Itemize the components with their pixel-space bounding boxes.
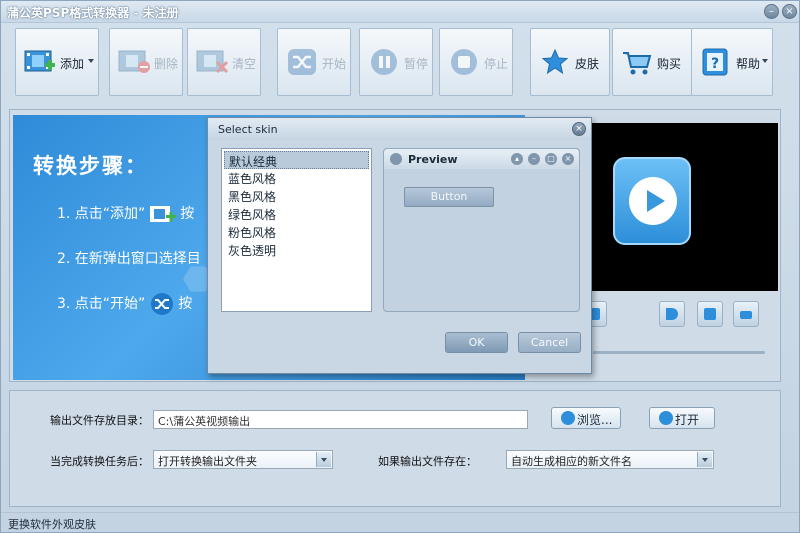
preview-title: Preview: [408, 153, 458, 166]
chevron-down-icon[interactable]: [316, 452, 331, 467]
preview-sample-button: Button: [404, 187, 494, 207]
minimize-button[interactable]: –: [764, 4, 779, 19]
ok-button[interactable]: OK: [445, 332, 508, 353]
film-add-icon: [149, 206, 176, 222]
close-icon: ×: [562, 153, 574, 165]
dialog-title: Select skin: [218, 123, 278, 136]
skin-list[interactable]: 默认经典 蓝色风格 黑色风格 绿色风格 粉色风格 灰色透明: [221, 148, 372, 312]
skin-list-item[interactable]: 绿色风格: [224, 205, 369, 223]
chevron-down-icon[interactable]: [762, 59, 768, 63]
menu-icon: [390, 153, 402, 165]
step-2: 2. 在新弹出窗口选择目: [57, 251, 201, 267]
open-label: 打开: [675, 413, 700, 427]
stop-label: 停止: [484, 57, 509, 71]
select-skin-dialog: Select skin × 默认经典 蓝色风格 黑色风格 绿色风格 粉色风格 灰…: [207, 117, 592, 374]
skin-list-item[interactable]: 蓝色风格: [224, 169, 369, 187]
buy-label: 购买: [657, 57, 682, 71]
step-3: 3. 点击“开始” 按: [57, 293, 192, 315]
steps-title: 转换步骤：: [33, 154, 148, 178]
shuffle-icon: [150, 293, 173, 315]
settings-panel: 输出文件存放目录： C:\蒲公英视频输出 浏览... 打开 当完成转换任务后： …: [9, 390, 781, 507]
skin-list-item[interactable]: 默认经典: [224, 151, 369, 169]
film-reel-icon: [659, 411, 673, 425]
volume-button[interactable]: [659, 301, 685, 327]
skin-list-item[interactable]: 黑色风格: [224, 187, 369, 205]
status-text: 更换软件外观皮肤: [8, 518, 96, 531]
after-task-select[interactable]: 打开转换输出文件夹: [153, 450, 333, 469]
if-exists-select[interactable]: 自动生成相应的新文件名: [506, 450, 714, 469]
play-icon[interactable]: [613, 157, 691, 245]
shuffle-icon: [288, 49, 316, 75]
after-task-label: 当完成转换任务后：: [50, 455, 149, 468]
window-title: 蒲公英PSP格式转换器 - 未注册: [7, 6, 179, 20]
volume-icon: [666, 308, 678, 320]
chevron-down-icon[interactable]: [88, 59, 94, 63]
browse-button[interactable]: 浏览...: [551, 407, 621, 429]
film-clear-icon: [196, 50, 228, 74]
skin-preview-panel: Preview ▴ – □ × Button: [383, 148, 580, 312]
browse-label: 浏览...: [577, 413, 613, 427]
pause-button[interactable]: 暂停: [359, 28, 433, 96]
skin-button[interactable]: 皮肤: [530, 28, 610, 96]
skin-list-item[interactable]: 灰色透明: [224, 241, 369, 259]
browse-icon: [561, 411, 575, 425]
seek-slider[interactable]: [593, 351, 765, 354]
add-button[interactable]: 添加: [15, 28, 99, 96]
skin-list-item[interactable]: 粉色风格: [224, 223, 369, 241]
close-button[interactable]: ×: [782, 4, 797, 19]
start-label: 开始: [322, 57, 347, 71]
after-task-value: 打开转换输出文件夹: [158, 455, 257, 468]
delete-label: 删除: [154, 57, 179, 71]
step-3-tail: 按: [178, 296, 193, 312]
skin-label: 皮肤: [575, 57, 600, 71]
help-label: 帮助: [736, 57, 761, 71]
shopping-cart-icon: [623, 52, 652, 75]
svg-text:?: ?: [711, 56, 719, 72]
folder-button[interactable]: [733, 301, 759, 327]
chevron-down-icon[interactable]: [697, 452, 712, 467]
clear-button[interactable]: 清空: [187, 28, 261, 96]
help-button[interactable]: ? 帮助: [691, 28, 773, 96]
dialog-title-bar: Select skin ×: [208, 118, 591, 140]
output-dir-label: 输出文件存放目录：: [50, 414, 149, 427]
step-3-text: 3. 点击“开始”: [57, 296, 146, 312]
step-1: 1. 点击“添加” 按: [57, 203, 194, 224]
star-icon: [541, 48, 569, 75]
buy-button[interactable]: 购买: [612, 28, 692, 96]
open-button[interactable]: 打开: [649, 407, 715, 429]
status-bar: 更换软件外观皮肤: [1, 512, 799, 533]
maximize-icon: □: [545, 153, 557, 165]
add-label: 添加: [60, 57, 85, 71]
pause-icon: [371, 49, 397, 75]
film-add-icon: [24, 50, 55, 72]
toolbar: 添加 删除 清空 开始 暂停 停止 皮肤 购买 ? 帮助: [9, 28, 791, 98]
pause-label: 暂停: [404, 57, 429, 71]
step-1-text: 1. 点击“添加”: [57, 206, 146, 222]
if-exists-value: 自动生成相应的新文件名: [511, 455, 632, 468]
step-1-tail: 按: [180, 206, 195, 222]
if-exists-label: 如果输出文件存在：: [378, 455, 477, 468]
snapshot-button[interactable]: [697, 301, 723, 327]
start-button[interactable]: 开始: [277, 28, 351, 96]
title-bar: 蒲公英PSP格式转换器 - 未注册 – ×: [1, 1, 799, 23]
close-icon[interactable]: ×: [572, 122, 586, 136]
camera-icon: [704, 308, 716, 320]
output-dir-input[interactable]: C:\蒲公英视频输出: [153, 410, 528, 429]
clear-label: 清空: [232, 57, 257, 71]
preview-title-bar: Preview ▴ – □ ×: [384, 149, 579, 169]
folder-icon: [740, 311, 752, 319]
stop-button[interactable]: 停止: [439, 28, 513, 96]
cancel-button[interactable]: Cancel: [518, 332, 581, 353]
minimize-icon: –: [528, 153, 540, 165]
stop-icon: [451, 49, 477, 75]
collapse-icon: ▴: [511, 153, 523, 165]
help-icon: ?: [702, 48, 728, 76]
film-remove-icon: [118, 50, 150, 73]
delete-button[interactable]: 删除: [109, 28, 183, 96]
